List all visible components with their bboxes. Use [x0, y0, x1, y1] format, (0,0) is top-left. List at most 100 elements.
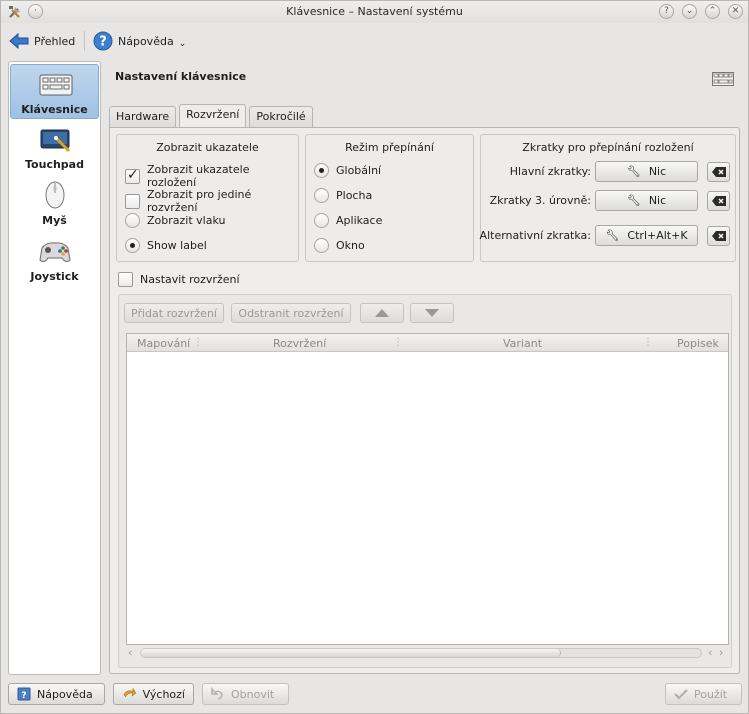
- option-label: Zobrazit pro jediné rozvržení: [147, 188, 252, 214]
- checkmark-icon: [674, 689, 688, 700]
- shortcut-row-main: Hlavní zkratky: 🔧︎ Nic: [481, 161, 745, 183]
- overview-button[interactable]: Přehled: [9, 28, 75, 54]
- keyboard-icon: [39, 74, 73, 96]
- tab-layout[interactable]: Rozvržení: [179, 104, 247, 127]
- layouts-table[interactable]: Mapování ⋮ Rozvržení ⋮ Variant ⋮ Popisek: [126, 333, 729, 645]
- mode-window-radio[interactable]: Okno: [314, 238, 365, 253]
- sidebar-item-mouse[interactable]: Myš: [10, 176, 99, 231]
- show-single-layout-checkbox[interactable]: Zobrazit pro jediné rozvržení: [125, 188, 298, 214]
- shortcut-label: Alternativní zkratka:: [479, 229, 591, 242]
- tab-hardware[interactable]: Hardware: [109, 106, 177, 127]
- sidebar-item-label: Joystick: [30, 270, 79, 283]
- radio[interactable]: [314, 213, 329, 228]
- main-shortcut-button[interactable]: 🔧︎ Nic: [595, 161, 698, 182]
- column-separator[interactable]: ⋮: [193, 337, 203, 348]
- scroll-right-icon[interactable]: ›: [719, 646, 723, 659]
- help-button[interactable]: ? Nápověda: [8, 683, 105, 705]
- tab-advanced[interactable]: Pokročilé: [249, 106, 313, 127]
- column-header-label[interactable]: Popisek: [677, 337, 719, 350]
- show-indicator-checkbox[interactable]: ✓ Zobrazit ukazatele rozložení: [125, 163, 298, 189]
- checkbox[interactable]: [125, 193, 140, 209]
- option-label: Plocha: [336, 189, 373, 202]
- shortcut-value: Nic: [648, 165, 667, 178]
- reset-arrow-icon: [123, 687, 137, 698]
- third-level-shortcut-button[interactable]: 🔧︎ Nic: [595, 190, 698, 211]
- column-separator[interactable]: ⋮: [643, 337, 653, 348]
- show-label-radio[interactable]: Show label: [125, 238, 207, 253]
- radio[interactable]: [314, 188, 329, 203]
- mode-desktop-radio[interactable]: Plocha: [314, 188, 372, 203]
- main-panel: Nastavení klávesnice Hardware Rozvržení …: [107, 61, 742, 675]
- clear-shortcut-button[interactable]: [707, 191, 730, 211]
- apply-button-label: Použít: [694, 687, 728, 701]
- column-header-variant[interactable]: Variant: [503, 337, 542, 350]
- sidebar-item-joystick[interactable]: Joystick: [10, 232, 99, 287]
- tab-bar: Hardware Rozvržení Pokročilé: [109, 104, 316, 128]
- scroll-track[interactable]: [140, 648, 702, 658]
- toolbar-separator: [84, 31, 85, 51]
- sidebar-item-keyboard[interactable]: Klávesnice: [10, 64, 99, 119]
- reset-button[interactable]: Obnovit: [202, 683, 289, 705]
- help-title-button[interactable]: ?: [659, 4, 674, 19]
- backspace-icon: [711, 167, 726, 177]
- move-up-button[interactable]: [360, 303, 404, 323]
- help-label: Nápověda: [118, 34, 174, 48]
- checkmark-icon: ✓: [127, 166, 139, 183]
- configure-layouts-label: Nastavit rozvržení: [140, 273, 240, 286]
- column-separator[interactable]: ⋮: [393, 337, 403, 348]
- settings-window: · Klávesnice – Nastavení systému ? ⌄ ⌃ ✕…: [0, 0, 749, 714]
- clear-shortcut-button[interactable]: [707, 162, 730, 182]
- mode-application-radio[interactable]: Aplikace: [314, 213, 382, 228]
- radio[interactable]: [125, 238, 140, 253]
- add-layout-button[interactable]: Přidat rozvržení: [124, 303, 224, 323]
- wrench-icon: 🔧︎: [626, 194, 641, 207]
- shortcuts-title: Zkratky pro přepínání rozložení: [522, 141, 694, 154]
- sidebar-item-touchpad[interactable]: Touchpad: [10, 120, 99, 175]
- page-title: Nastavení klávesnice: [115, 70, 247, 83]
- scroll-left-icon[interactable]: ‹: [128, 646, 132, 659]
- radio[interactable]: [314, 163, 329, 178]
- option-label: Zobrazit vlaku: [147, 214, 226, 227]
- table-header: Mapování ⋮ Rozvržení ⋮ Variant ⋮ Popisek: [127, 334, 728, 352]
- indicator-group-title: Zobrazit ukazatele: [156, 141, 259, 154]
- shortcut-row-alternative: Alternativní zkratka: 🔧︎ Ctrl+Alt+K: [479, 225, 745, 247]
- checkbox[interactable]: [118, 272, 133, 287]
- arrow-up-icon: [375, 309, 389, 317]
- radio[interactable]: [314, 238, 329, 253]
- layouts-box: Přidat rozvržení Odstranit rozvržení Map…: [118, 294, 732, 668]
- clear-shortcut-button[interactable]: [707, 226, 730, 246]
- help-icon: ?: [93, 31, 113, 51]
- column-header-map[interactable]: Mapování: [137, 337, 190, 350]
- scroll-left-icon[interactable]: ‹: [708, 646, 712, 659]
- wrench-icon: 🔧︎: [605, 229, 620, 242]
- shortcut-row-third-level: Zkratky 3. úrovně: 🔧︎ Nic: [481, 190, 745, 212]
- maximize-button[interactable]: ⌃: [705, 4, 720, 19]
- apply-button[interactable]: Použít: [665, 683, 742, 705]
- column-header-layout[interactable]: Rozvržení: [273, 337, 326, 350]
- minimize-button[interactable]: ⌄: [682, 4, 697, 19]
- horizontal-scrollbar[interactable]: ‹ ‹ ›: [126, 645, 729, 661]
- defaults-button[interactable]: Výchozí: [113, 683, 194, 705]
- shortcuts-group: Zkratky pro přepínání rozložení Hlavní z…: [480, 134, 736, 262]
- configure-layouts-checkbox[interactable]: Nastavit rozvržení: [118, 272, 240, 287]
- checkbox[interactable]: ✓: [125, 166, 140, 184]
- radio[interactable]: [125, 213, 140, 228]
- backspace-icon: [711, 231, 726, 241]
- svg-text:?: ?: [99, 35, 107, 50]
- option-label: Okno: [336, 239, 365, 252]
- keyboard-small-icon: [712, 72, 734, 86]
- alternative-shortcut-button[interactable]: 🔧︎ Ctrl+Alt+K: [595, 225, 698, 246]
- category-sidebar: Klávesnice Touchpad Myš Joystick: [8, 61, 101, 675]
- close-button[interactable]: ✕: [728, 4, 743, 19]
- layout-tab-pane: Zobrazit ukazatele ✓ Zobrazit ukazatele …: [109, 127, 740, 674]
- indicator-group: Zobrazit ukazatele ✓ Zobrazit ukazatele …: [116, 134, 299, 262]
- undo-icon: [211, 687, 223, 700]
- option-label: Show label: [147, 239, 207, 252]
- help-menu-button[interactable]: ? Nápověda ⌄: [93, 28, 186, 54]
- mode-global-radio[interactable]: Globální: [314, 163, 381, 178]
- scroll-thumb[interactable]: [141, 649, 561, 657]
- move-down-button[interactable]: [410, 303, 454, 323]
- show-flag-radio[interactable]: Zobrazit vlaku: [125, 213, 225, 228]
- remove-layout-button[interactable]: Odstranit rozvržení: [231, 303, 351, 323]
- sidebar-item-label: Touchpad: [25, 158, 84, 171]
